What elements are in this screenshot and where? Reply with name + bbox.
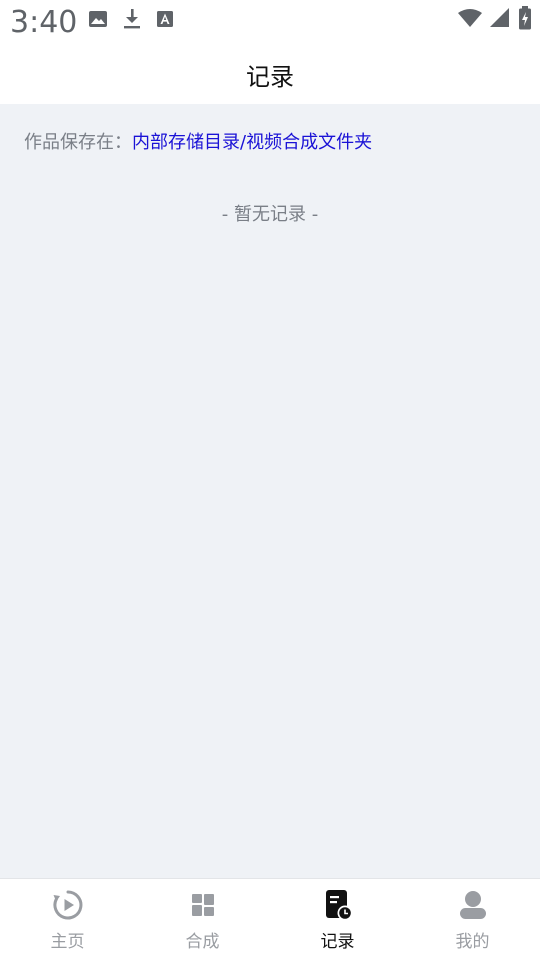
save-path-row: 作品保存在：内部存储目录/视频合成文件夹 xyxy=(24,128,372,154)
record-icon xyxy=(325,890,352,921)
download-icon xyxy=(124,9,140,29)
nav-label-records: 记录 xyxy=(320,932,355,952)
nav-item-compose[interactable]: 合成 xyxy=(135,879,270,960)
nav-label-home: 主页 xyxy=(50,932,85,952)
app-header: 记录 xyxy=(0,44,540,104)
page-title: 记录 xyxy=(246,62,294,91)
signal-icon xyxy=(490,8,509,27)
nav-item-profile[interactable]: 我的 xyxy=(405,879,540,960)
nav-item-home[interactable]: 主页 xyxy=(0,879,135,960)
records-content: 作品保存在：内部存储目录/视频合成文件夹 - 暂无记录 - xyxy=(0,104,540,878)
save-path-label: 作品保存在： xyxy=(24,132,132,153)
nav-label-profile: 我的 xyxy=(455,932,490,952)
image-icon xyxy=(89,11,107,27)
status-notification-icons xyxy=(88,8,174,30)
nav-item-records[interactable]: 记录 xyxy=(270,879,405,960)
user-icon xyxy=(459,891,486,919)
play-circle-icon xyxy=(52,890,82,920)
bottom-nav: 主页 合成 记录 我的 xyxy=(0,878,540,960)
status-bar: 3:40 xyxy=(0,0,540,44)
status-system-icons xyxy=(458,6,532,30)
wifi-icon xyxy=(458,9,482,27)
status-time: 3:40 xyxy=(10,5,78,40)
nav-label-compose: 合成 xyxy=(185,932,220,952)
save-path-link[interactable]: 内部存储目录/视频合成文件夹 xyxy=(132,132,372,153)
battery-icon xyxy=(519,6,531,30)
empty-state-text: - 暂无记录 - xyxy=(221,204,319,225)
font-icon xyxy=(157,11,173,27)
grid-icon xyxy=(191,894,214,916)
